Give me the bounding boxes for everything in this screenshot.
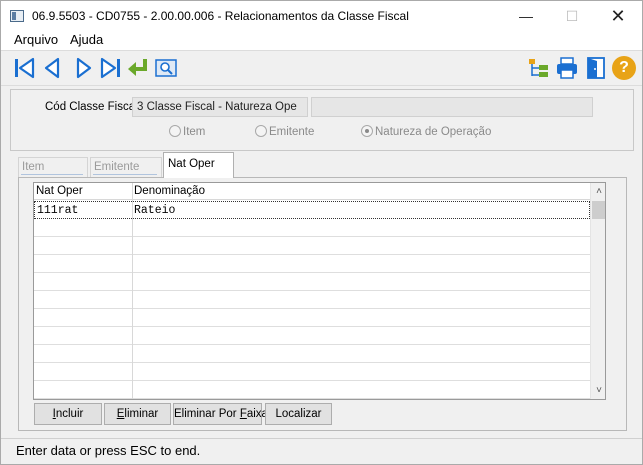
localizar-button[interactable]: Localizar (265, 403, 332, 425)
table-row[interactable] (34, 237, 590, 255)
table-row[interactable] (34, 327, 590, 345)
table-row[interactable] (34, 309, 590, 327)
menu-ajuda[interactable]: Ajuda (70, 32, 103, 47)
eliminar-por-faixa-button[interactable]: Eliminar Por Faixa (173, 403, 268, 425)
maximize-button: ☐ (565, 8, 579, 24)
next-record-icon[interactable] (71, 56, 95, 80)
grid-vertical-scrollbar[interactable]: ˄ ˅ (590, 183, 605, 399)
cod-classe-fiscal-field[interactable]: 3 Classe Fiscal - Natureza Ope (132, 97, 308, 117)
close-button[interactable]: ✕ (595, 1, 641, 31)
help-icon[interactable]: ? (612, 56, 636, 80)
scroll-up-icon[interactable]: ˄ (591, 183, 605, 200)
tree-structure-icon[interactable] (527, 56, 551, 80)
cod-classe-fiscal-label: Cód Classe Fiscal: (45, 101, 141, 113)
column-header-denominacao[interactable]: Denominação (134, 185, 205, 197)
radio-circle-selected (361, 125, 373, 137)
first-record-icon[interactable] (13, 56, 37, 80)
search-zoom-icon[interactable] (154, 56, 178, 80)
radio-natureza-label: Natureza de Operação (375, 126, 492, 138)
radio-emitente[interactable]: Emitente (255, 125, 314, 139)
tab-item[interactable]: Item (18, 157, 88, 177)
grid-header: Nat Oper Denominação (34, 183, 590, 200)
incluir-button[interactable]: Incluir (34, 403, 102, 425)
previous-record-icon[interactable] (41, 56, 65, 80)
tab-emitente[interactable]: Emitente (90, 157, 162, 177)
radio-item[interactable]: Item (169, 125, 205, 139)
table-row[interactable] (34, 381, 590, 399)
table-row[interactable] (34, 219, 590, 237)
column-header-nat-oper[interactable]: Nat Oper (36, 185, 83, 197)
table-row[interactable] (34, 363, 590, 381)
eliminar-button[interactable]: Eliminar (104, 403, 171, 425)
toolbar: ? (1, 50, 642, 86)
eliminar-label: liminar (124, 408, 159, 420)
scrollbar-thumb[interactable] (592, 201, 605, 219)
cell-nat-oper: 111rat (37, 204, 79, 217)
radio-circle (255, 125, 267, 137)
nat-oper-grid[interactable]: Nat Oper Denominação 111rat Rateio ˄ ˅ (33, 182, 606, 400)
exit-door-icon[interactable] (584, 56, 608, 80)
radio-item-label: Item (183, 126, 206, 138)
radio-emitente-label: Emitente (269, 126, 315, 138)
table-row[interactable] (34, 255, 590, 273)
incluir-label: ncluir (55, 408, 84, 420)
table-row[interactable] (34, 273, 590, 291)
eliminar-faixa-hotkey: F (239, 408, 247, 420)
classe-fiscal-description-field (311, 97, 593, 117)
scroll-down-icon[interactable]: ˅ (591, 382, 605, 399)
tab-nat-oper[interactable]: Nat Oper (163, 152, 234, 178)
main-window: 06.9.5503 - CD0755 - 2.00.00.006 - Relac… (0, 0, 643, 465)
tab-nat-oper-label: Nat Oper (168, 158, 215, 170)
menu-bar: Arquivo Ajuda (1, 31, 642, 50)
table-row[interactable]: 111rat Rateio (34, 201, 590, 219)
status-bar: Enter data or press ESC to end. (1, 438, 642, 462)
status-message: Enter data or press ESC to end. (16, 443, 201, 458)
table-row[interactable] (34, 345, 590, 363)
radio-circle (169, 125, 181, 137)
print-icon[interactable] (555, 56, 579, 80)
menu-arquivo[interactable]: Arquivo (14, 32, 58, 47)
eliminar-faixa-label-pre: Eliminar Por (174, 408, 240, 420)
window-title: 06.9.5503 - CD0755 - 2.00.00.006 - Relac… (32, 9, 409, 23)
tab-emitente-label: Emitente (94, 161, 140, 173)
last-record-icon[interactable] (98, 56, 122, 80)
minimize-button[interactable]: — (503, 1, 549, 31)
table-row[interactable] (34, 291, 590, 309)
cell-denominacao: Rateio (134, 204, 176, 217)
radio-natureza-operacao[interactable]: Natureza de Operação (361, 125, 491, 139)
app-window-icon (10, 10, 24, 22)
go-to-icon[interactable] (126, 56, 150, 80)
tab-item-label: Item (22, 161, 45, 173)
title-bar: 06.9.5503 - CD0755 - 2.00.00.006 - Relac… (1, 1, 642, 31)
